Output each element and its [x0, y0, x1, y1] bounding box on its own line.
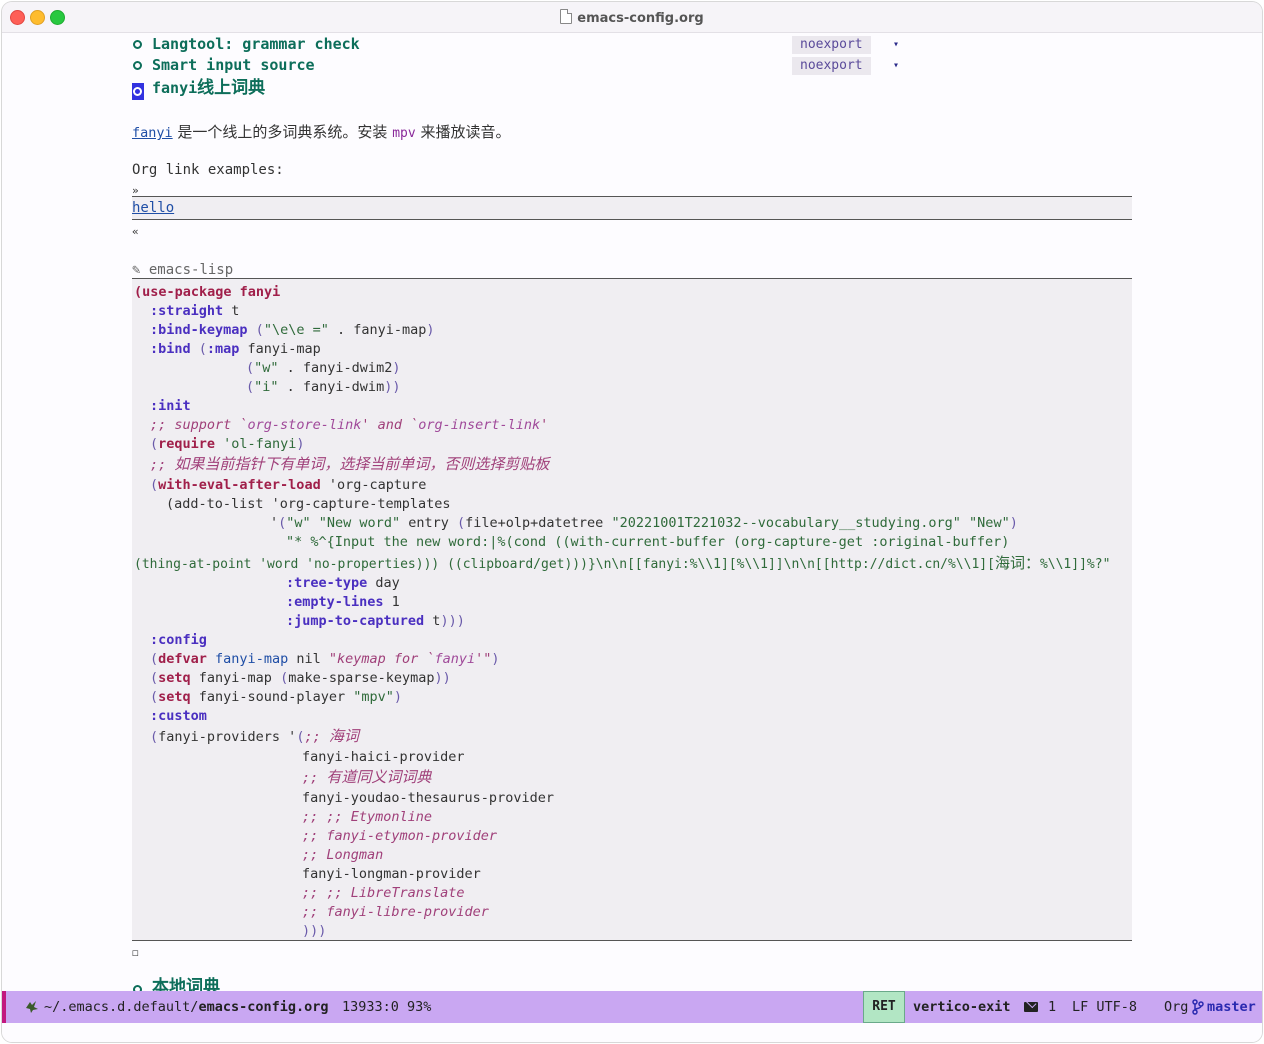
- end-marker: ◻: [132, 946, 139, 959]
- code-line: :bind-keymap ("\e\e =" . fanyi-map): [150, 322, 435, 338]
- heading-tag: noexport: [792, 36, 871, 54]
- heading-local-dict[interactable]: 本地词典: [152, 978, 220, 992]
- command-name: vertico-exit: [913, 999, 1011, 1015]
- emacs-gnu-icon: [26, 1001, 38, 1013]
- code-line: ("i" . fanyi-dwim)): [246, 379, 401, 395]
- mail-icon[interactable]: [1024, 1002, 1038, 1012]
- code-line: :jump-to-captured t))): [286, 613, 465, 629]
- buffer-path[interactable]: ~/.emacs.d.default/emacs-config.org: [44, 999, 328, 1015]
- major-mode[interactable]: Org: [1164, 999, 1188, 1015]
- code-string: (thing-at-point 'word 'no-properties))) …: [134, 554, 1111, 572]
- minibuffer[interactable]: [2, 1023, 1262, 1042]
- code-comment: ;; 有道同义词词典: [302, 768, 432, 786]
- heading-fanyi-prefix: fanyi: [152, 79, 198, 97]
- code-line: :tree-type day: [286, 575, 400, 591]
- code-comment: ;; 如果当前指针下有单词，选择当前单词，否则选择剪贴板: [150, 455, 550, 473]
- code-line: :empty-lines 1: [286, 594, 400, 610]
- code-comment: ;; fanyi-etymon-provider: [302, 828, 498, 844]
- window-title-text: emacs-config.org: [577, 11, 704, 26]
- window-title: emacs-config.org: [2, 9, 1262, 26]
- code-string: "* %^{Input the new word:|%(cond ((with-…: [286, 534, 1010, 550]
- fold-triangle-icon[interactable]: ▾: [893, 39, 899, 50]
- heading-langtool[interactable]: Langtool: grammar check: [152, 35, 360, 54]
- code-comment: ;; Longman: [302, 847, 384, 863]
- code-line: fanyi-haici-provider: [302, 749, 465, 765]
- document-icon: [560, 9, 573, 24]
- code-line: :straight t: [150, 303, 240, 319]
- code-comment: ;; support `org-store-link' and `org-ins…: [150, 417, 549, 433]
- mode-line: ~/.emacs.d.default/emacs-config.org 1393…: [2, 991, 1262, 1023]
- heading-bullet-icon: [132, 984, 143, 991]
- code-line: ))): [302, 923, 327, 939]
- code-line: :config: [150, 632, 207, 648]
- encoding[interactable]: LF UTF-8: [1072, 999, 1137, 1015]
- code-comment: ;; ;; LibreTranslate: [302, 885, 465, 901]
- code-line: ("w" . fanyi-dwim2): [246, 360, 401, 376]
- heading-bullet-icon: [132, 60, 143, 71]
- code-line: (add-to-list 'org-capture-templates: [166, 496, 451, 512]
- code-line: (setq fanyi-map (make-sparse-keymap)): [150, 670, 451, 686]
- mail-count: 1: [1048, 999, 1057, 1015]
- fold-triangle-icon[interactable]: ▾: [893, 60, 899, 71]
- code-line: (defvar fanyi-map nil "keymap for `fanyi…: [150, 651, 500, 667]
- quote-close-marker: «: [132, 225, 139, 238]
- code-line: (use-package fanyi: [134, 284, 281, 300]
- cursor-position: 13933:0 93%: [342, 999, 432, 1015]
- git-branch-icon: [1192, 999, 1204, 1015]
- code-line: fanyi-longman-provider: [302, 866, 481, 882]
- hello-link[interactable]: hello: [132, 199, 174, 218]
- code-line: :custom: [150, 708, 207, 724]
- heading-fanyi-suffix: 线上词典: [197, 78, 266, 98]
- mpv-verbatim: mpv: [392, 126, 416, 141]
- code-line: (fanyi-providers '(;; 海词: [150, 727, 359, 745]
- intro-paragraph: fanyi 是一个线上的多词典系统。安装 mpv 来播放读音。: [132, 123, 511, 141]
- code-line: (require 'ol-fanyi): [150, 436, 305, 452]
- src-language: emacs-lisp: [148, 262, 234, 278]
- code-line: :bind (:map fanyi-map: [150, 341, 321, 357]
- code-line: :init: [150, 398, 191, 414]
- code-line: fanyi-youdao-thesaurus-provider: [302, 790, 554, 806]
- code-line: '("w" "New word" entry (file+olp+datetre…: [270, 515, 1018, 531]
- cursor-heading-bullet-icon: [132, 83, 144, 100]
- title-bar: emacs-config.org: [2, 2, 1262, 33]
- code-line: (setq fanyi-sound-player "mpv"): [150, 689, 402, 705]
- pencil-icon: ✎: [132, 262, 141, 278]
- key-indicator: RET: [863, 991, 905, 1023]
- code-comment: ;; ;; Etymonline: [302, 809, 433, 825]
- heading-tag: noexport: [792, 57, 871, 75]
- heading-fanyi[interactable]: fanyi线上词典: [152, 79, 265, 98]
- heading-smart-input[interactable]: Smart input source: [152, 56, 315, 75]
- git-branch[interactable]: master: [1207, 999, 1256, 1015]
- code-line: (with-eval-after-load 'org-capture: [150, 477, 427, 493]
- org-link-examples-label: Org link examples:: [132, 162, 284, 178]
- heading-bullet-icon: [132, 39, 143, 50]
- org-buffer[interactable]: Langtool: grammar check noexport ▾ Smart…: [2, 33, 1262, 991]
- emacs-window: emacs-config.org Langtool: grammar check…: [2, 2, 1262, 1042]
- quote-block: [132, 196, 1132, 220]
- fanyi-link[interactable]: fanyi: [132, 125, 173, 141]
- src-footer-rule: [132, 940, 1132, 941]
- code-comment: ;; fanyi-libre-provider: [302, 904, 489, 920]
